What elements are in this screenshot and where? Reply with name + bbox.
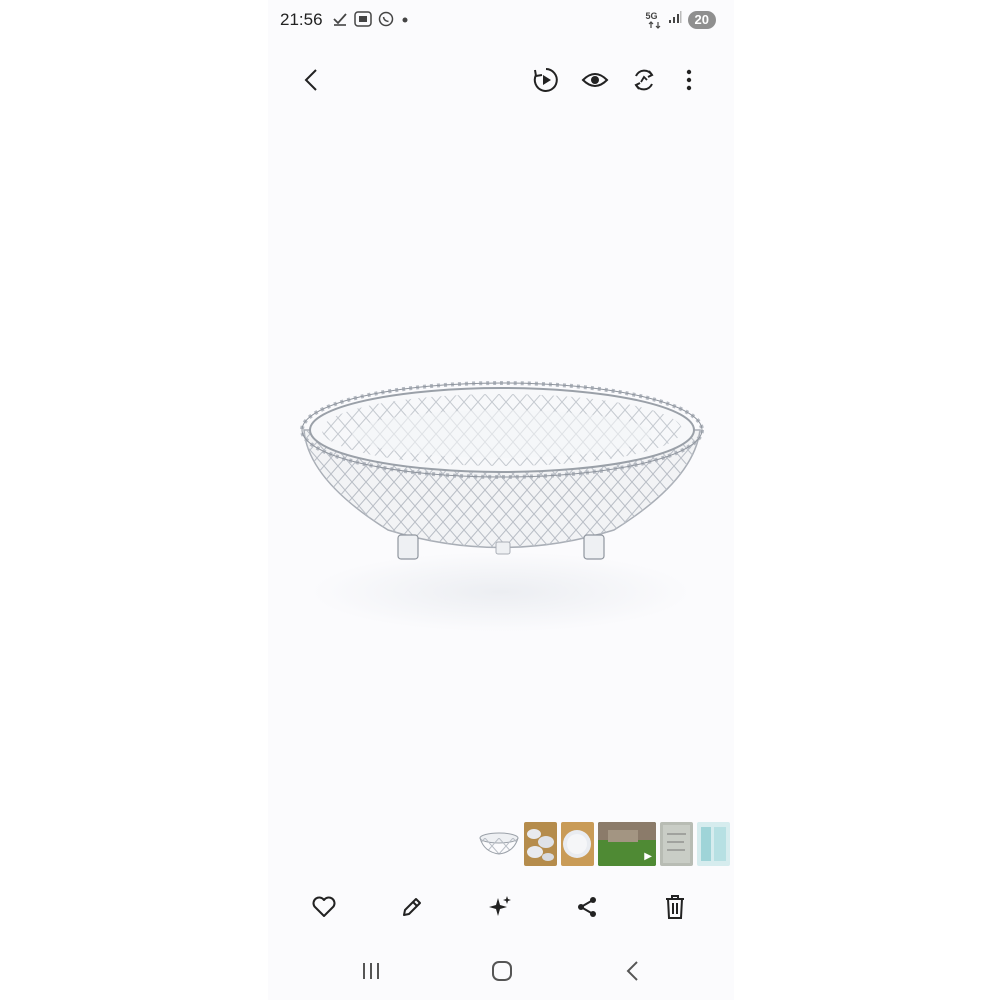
remaster-icon <box>631 67 657 98</box>
share-button[interactable] <box>570 892 604 926</box>
edit-button[interactable] <box>395 892 429 926</box>
remaster-button[interactable] <box>628 66 660 98</box>
nav-back-icon <box>624 960 642 987</box>
thumbnail-screenshot[interactable] <box>697 822 730 866</box>
system-nav-bar <box>268 952 734 992</box>
recents-button[interactable] <box>356 958 386 988</box>
system-status-icons: 5G 20 <box>646 10 716 29</box>
thumbnail-video-garden[interactable]: ▶ <box>598 822 656 866</box>
share-icon <box>575 895 599 924</box>
network-5g-icon: 5G <box>646 11 662 29</box>
delete-icon <box>664 894 686 925</box>
heart-icon <box>311 895 337 924</box>
back-button[interactable] <box>296 66 328 98</box>
play-motion-icon <box>532 66 560 99</box>
network-label: 5G <box>645 10 658 21</box>
battery-icon: 20 <box>687 10 716 29</box>
sparkle-icon <box>487 894 513 925</box>
play-motion-button[interactable] <box>530 66 562 98</box>
status-time: 21:56 <box>280 10 323 29</box>
more-options-button[interactable] <box>673 66 705 98</box>
nav-back-button[interactable] <box>618 958 648 988</box>
photo-actions-bar <box>268 888 734 928</box>
recents-icon <box>360 961 382 986</box>
signal-icon <box>668 10 682 29</box>
viewer-toolbar <box>268 60 734 104</box>
gallery-viewer: 21:56 5G 20 ▶ <box>268 0 734 1000</box>
ai-enhance-button[interactable] <box>483 892 517 926</box>
delete-button[interactable] <box>658 892 692 926</box>
back-icon <box>301 67 323 98</box>
main-photo[interactable] <box>268 330 734 650</box>
video-play-icon: ▶ <box>644 851 652 862</box>
crystal-bowl-image <box>300 381 704 632</box>
favorite-button[interactable] <box>307 892 341 926</box>
more-icon <box>685 68 693 97</box>
screenshot-icon <box>354 11 372 27</box>
eye-icon <box>581 69 609 96</box>
thumbnail-strip: ▶ <box>478 822 730 866</box>
thumbnail-bowl[interactable] <box>478 822 520 866</box>
notification-icons <box>332 11 410 27</box>
home-icon <box>491 960 513 987</box>
whatsapp-icon <box>378 11 394 27</box>
status-bar: 21:56 5G 20 <box>268 0 734 40</box>
check-icon <box>332 11 348 27</box>
home-button[interactable] <box>487 958 517 988</box>
thumbnail-document[interactable] <box>660 822 693 866</box>
thumbnail-stones[interactable] <box>524 822 557 866</box>
dot-icon <box>400 11 410 27</box>
view-button[interactable] <box>579 66 611 98</box>
thumbnail-plate[interactable] <box>561 822 594 866</box>
edit-icon <box>400 895 424 924</box>
